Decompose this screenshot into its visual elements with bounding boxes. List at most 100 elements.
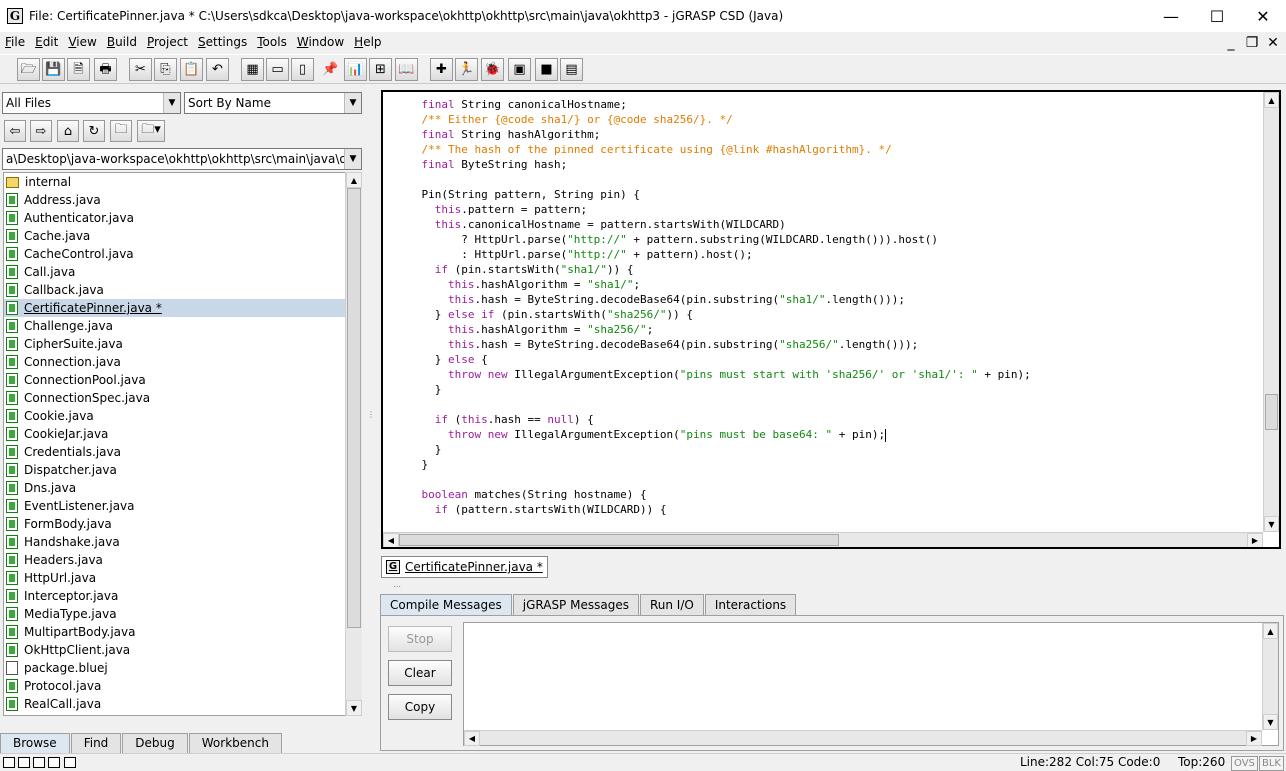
maximize-button[interactable]: ☐ bbox=[1194, 0, 1240, 32]
chevron-down-icon[interactable]: ▼ bbox=[344, 149, 361, 169]
layout-icon[interactable] bbox=[3, 757, 15, 768]
structure-button[interactable]: ⊞ bbox=[369, 58, 392, 81]
layout-icon[interactable] bbox=[18, 757, 30, 768]
chevron-down-icon[interactable]: ▼ bbox=[163, 93, 180, 113]
document-minimize-button[interactable]: _ bbox=[1222, 34, 1240, 51]
file-list-item[interactable]: HttpUrl.java bbox=[4, 569, 345, 587]
menu-view[interactable]: View bbox=[63, 32, 101, 53]
close-button[interactable]: ✕ bbox=[1240, 0, 1286, 32]
folder-button[interactable]: 🗀 bbox=[110, 120, 132, 142]
file-list-item[interactable]: package.bluej bbox=[4, 659, 345, 677]
vertical-splitter[interactable]: ⋮ bbox=[367, 410, 375, 419]
horizontal-splitter[interactable]: ⋯ bbox=[393, 582, 401, 591]
file-list-item[interactable]: Callback.java bbox=[4, 281, 345, 299]
uml-button[interactable]: 📊 bbox=[344, 58, 367, 81]
file-list-item[interactable]: Dispatcher.java bbox=[4, 461, 345, 479]
file-list-item[interactable]: Dns.java bbox=[4, 479, 345, 497]
layout-icon[interactable] bbox=[48, 757, 60, 768]
generate-csd-button[interactable]: ▦ bbox=[241, 58, 264, 81]
tab-workbench[interactable]: Workbench bbox=[188, 733, 282, 753]
file-list-item[interactable]: CipherSuite.java bbox=[4, 335, 345, 353]
file-list-item[interactable]: EventListener.java bbox=[4, 497, 345, 515]
scroll-thumb[interactable] bbox=[399, 534, 839, 546]
pin-button[interactable]: 📌 bbox=[319, 58, 342, 81]
save-button[interactable]: 💾 bbox=[42, 58, 65, 81]
menu-edit[interactable]: Edit bbox=[30, 32, 63, 53]
fold-button[interactable]: ▯ bbox=[291, 58, 314, 81]
file-list-item[interactable]: ConnectionPool.java bbox=[4, 371, 345, 389]
file-list-item[interactable]: MultipartBody.java bbox=[4, 623, 345, 641]
blue-square-button[interactable]: ■ bbox=[535, 58, 558, 81]
document-restore-button[interactable]: ❐ bbox=[1243, 34, 1261, 51]
tab-find[interactable]: Find bbox=[70, 733, 122, 753]
file-list-item[interactable]: Challenge.java bbox=[4, 317, 345, 335]
doc-button[interactable]: 📖 bbox=[395, 58, 418, 81]
file-list-item[interactable]: Address.java bbox=[4, 191, 345, 209]
code-editor[interactable]: final String canonicalHostname; /** Eith… bbox=[381, 90, 1281, 549]
scroll-down-arrow-icon[interactable]: ▼ bbox=[1264, 516, 1279, 532]
home-folder-button[interactable]: ⌂ bbox=[57, 120, 79, 142]
tab-run-i-o[interactable]: Run I/O bbox=[639, 594, 704, 615]
file-list-item[interactable]: CertificatePinner.java * bbox=[4, 299, 345, 317]
messages-horizontal-scrollbar[interactable]: ◀ ▶ bbox=[464, 730, 1262, 746]
file-list-item[interactable]: Headers.java bbox=[4, 551, 345, 569]
scroll-up-arrow-icon[interactable]: ▲ bbox=[346, 172, 362, 188]
save-all-button[interactable]: 🗎 bbox=[67, 58, 90, 81]
document-close-button[interactable]: ✕ bbox=[1264, 34, 1282, 51]
chevron-down-icon[interactable]: ▼ bbox=[344, 93, 361, 113]
code-text[interactable]: final String canonicalHostname; /** Eith… bbox=[395, 97, 1030, 517]
tab-interactions[interactable]: Interactions bbox=[704, 594, 797, 615]
forward-arrow-button[interactable]: ⇨ bbox=[30, 120, 52, 142]
scroll-thumb[interactable] bbox=[347, 188, 361, 628]
file-list-item[interactable]: FormBody.java bbox=[4, 515, 345, 533]
scroll-up-arrow-icon[interactable]: ▲ bbox=[1263, 623, 1278, 639]
directory-path-combo[interactable]: a\Desktop\java-workspace\okhttp\okhttp\s… bbox=[2, 148, 362, 170]
undo-button[interactable]: ↶ bbox=[206, 58, 229, 81]
file-list-item[interactable]: MediaType.java bbox=[4, 605, 345, 623]
run-applet-button[interactable]: ▣ bbox=[508, 58, 531, 81]
debug-button[interactable]: 🐞 bbox=[481, 58, 504, 81]
copy-button[interactable]: Copy bbox=[388, 694, 452, 720]
scroll-left-arrow-icon[interactable]: ◀ bbox=[383, 533, 399, 547]
menu-tools[interactable]: Tools bbox=[252, 32, 292, 53]
file-list-item[interactable]: internal bbox=[4, 173, 345, 191]
menu-window[interactable]: Window bbox=[292, 32, 349, 53]
compile-button[interactable]: ✚ bbox=[430, 58, 453, 81]
file-list-item[interactable]: Call.java bbox=[4, 263, 345, 281]
scroll-down-arrow-icon[interactable]: ▼ bbox=[1263, 714, 1278, 730]
remove-csd-button[interactable]: ▭ bbox=[266, 58, 289, 81]
file-list-item[interactable]: RealCall.java bbox=[4, 695, 345, 713]
editor-vertical-scrollbar[interactable]: ▲ ▼ bbox=[1263, 92, 1279, 532]
stop-button[interactable]: Stop bbox=[388, 626, 452, 652]
run-button[interactable]: 🏃 bbox=[455, 58, 478, 81]
refresh-button[interactable]: ↻ bbox=[83, 120, 105, 142]
minimize-button[interactable]: — bbox=[1148, 0, 1194, 32]
scroll-right-arrow-icon[interactable]: ▶ bbox=[1247, 533, 1263, 547]
file-list-item[interactable]: Authenticator.java bbox=[4, 209, 345, 227]
messages-output[interactable]: ▲ ▼ ◀ ▶ bbox=[463, 622, 1279, 746]
file-list-item[interactable]: Credentials.java bbox=[4, 443, 345, 461]
clear-button[interactable]: Clear bbox=[388, 660, 452, 686]
file-list-item[interactable]: Handshake.java bbox=[4, 533, 345, 551]
scroll-right-arrow-icon[interactable]: ▶ bbox=[1246, 731, 1262, 746]
layout-icon[interactable] bbox=[64, 757, 76, 768]
print-button[interactable]: 🖶 bbox=[94, 58, 117, 81]
paste-button[interactable]: 📋 bbox=[180, 58, 203, 81]
file-list-item[interactable]: OkHttpClient.java bbox=[4, 641, 345, 659]
file-list-item[interactable]: ConnectionSpec.java bbox=[4, 389, 345, 407]
sort-combo[interactable]: Sort By Name ▼ bbox=[184, 92, 362, 114]
file-list-item[interactable]: CookieJar.java bbox=[4, 425, 345, 443]
open-button[interactable]: 🗁 bbox=[17, 58, 40, 81]
cut-button[interactable]: ✂ bbox=[129, 58, 152, 81]
menu-settings[interactable]: Settings bbox=[193, 32, 252, 53]
file-list-item[interactable]: Cookie.java bbox=[4, 407, 345, 425]
messages-vertical-scrollbar[interactable]: ▲ ▼ bbox=[1262, 623, 1278, 730]
file-list-vertical-scrollbar[interactable]: ▲ ▼ bbox=[345, 172, 362, 716]
file-list-item[interactable]: Interceptor.java bbox=[4, 587, 345, 605]
folder-dropdown-button[interactable]: 🗀▾ bbox=[137, 120, 165, 142]
layout-icon[interactable] bbox=[33, 757, 45, 768]
menu-build[interactable]: Build bbox=[102, 32, 142, 53]
scroll-down-arrow-icon[interactable]: ▼ bbox=[346, 700, 362, 716]
tab-browse[interactable]: Browse bbox=[0, 733, 70, 753]
menu-project[interactable]: Project bbox=[142, 32, 193, 53]
